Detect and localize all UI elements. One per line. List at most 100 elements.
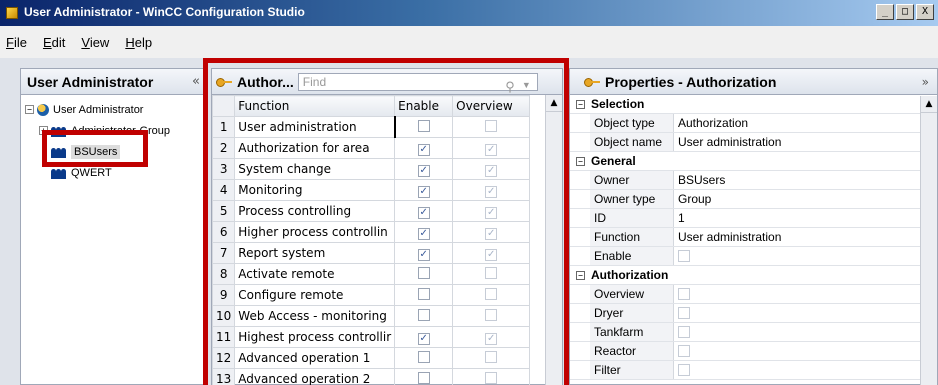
enable-checkbox[interactable]: [417, 266, 430, 279]
table-row[interactable]: 7 Report system ✓ ✓: [211, 242, 531, 264]
enable-cell[interactable]: ✓: [394, 221, 454, 243]
property-value[interactable]: [674, 247, 690, 265]
overview-cell[interactable]: [452, 263, 531, 285]
property-checkbox[interactable]: [678, 250, 690, 262]
overview-checkbox-checked[interactable]: ✓: [485, 332, 498, 345]
section-general[interactable]: − General: [570, 152, 920, 171]
table-row[interactable]: 5 Process controlling ✓ ✓: [211, 200, 531, 222]
chevron-down-icon[interactable]: ▼: [522, 80, 531, 90]
function-cell[interactable]: Higher process controllin: [234, 221, 396, 243]
find-input[interactable]: Find ⚲ ▼: [297, 72, 538, 94]
section-selection[interactable]: − Selection: [570, 95, 920, 114]
function-cell[interactable]: Web Access - monitoring: [234, 305, 396, 327]
overview-cell[interactable]: ✓: [452, 326, 531, 348]
overview-checkbox-checked[interactable]: ✓: [485, 248, 498, 261]
function-cell[interactable]: Process controlling: [234, 200, 396, 222]
function-cell[interactable]: Activate remote: [234, 263, 396, 285]
function-cell[interactable]: Highest process controllir: [234, 326, 396, 348]
enable-checkbox[interactable]: [417, 308, 430, 321]
property-value[interactable]: [674, 323, 690, 341]
enable-cell[interactable]: ✓: [394, 158, 454, 180]
property-checkbox[interactable]: [678, 326, 690, 338]
enable-checkbox-checked[interactable]: ✓: [417, 248, 430, 261]
enable-checkbox[interactable]: [417, 287, 430, 300]
enable-checkbox-checked[interactable]: ✓: [417, 185, 430, 198]
property-checkbox[interactable]: [678, 288, 690, 300]
enable-cell[interactable]: [394, 116, 454, 138]
column-header-function[interactable]: Function: [234, 95, 396, 117]
function-cell[interactable]: System change: [234, 158, 396, 180]
collapse-node-icon[interactable]: −: [25, 105, 34, 114]
function-cell[interactable]: Advanced operation 1: [234, 347, 396, 369]
enable-checkbox-checked[interactable]: ✓: [417, 143, 430, 156]
tree-item-administrator-group[interactable]: + Administrator-Group: [21, 120, 204, 141]
scroll-up-icon[interactable]: ▲: [921, 96, 937, 113]
enable-checkbox-checked[interactable]: ✓: [417, 332, 430, 345]
enable-cell[interactable]: [394, 347, 454, 369]
function-cell[interactable]: Report system: [234, 242, 396, 264]
expand-icon[interactable]: »: [922, 75, 937, 89]
property-value[interactable]: [674, 342, 690, 360]
menu-edit[interactable]: Edit: [43, 35, 65, 50]
overview-checkbox[interactable]: [485, 308, 498, 321]
table-row[interactable]: 4 Monitoring ✓ ✓: [211, 179, 531, 201]
column-header-enable[interactable]: Enable: [394, 95, 454, 117]
function-cell[interactable]: Advanced operation 2: [234, 368, 396, 385]
column-header-overview[interactable]: Overview: [452, 95, 531, 117]
expand-node-icon[interactable]: +: [39, 126, 48, 135]
property-value[interactable]: User administration: [674, 133, 781, 151]
overview-checkbox-checked[interactable]: ✓: [485, 185, 498, 198]
collapse-section-icon[interactable]: −: [576, 99, 585, 109]
properties-scrollbar[interactable]: ▲: [920, 96, 937, 385]
enable-checkbox-checked[interactable]: ✓: [417, 227, 430, 240]
authorization-scrollbar[interactable]: ▲: [545, 95, 562, 385]
property-row[interactable]: Object type Authorization: [570, 114, 920, 133]
search-icon[interactable]: ⚲: [505, 79, 515, 95]
table-row[interactable]: 12 Advanced operation 1: [211, 347, 531, 369]
overview-cell[interactable]: [452, 368, 531, 385]
property-value[interactable]: Authorization: [674, 114, 748, 132]
enable-checkbox-checked[interactable]: ✓: [417, 164, 430, 177]
property-checkbox[interactable]: [678, 364, 690, 376]
overview-checkbox[interactable]: [485, 371, 498, 384]
enable-cell[interactable]: [394, 305, 454, 327]
menu-help[interactable]: Help: [125, 35, 152, 50]
collapse-section-icon[interactable]: −: [576, 156, 585, 166]
property-row[interactable]: Enable: [570, 247, 920, 266]
table-row[interactable]: 10 Web Access - monitoring: [211, 305, 531, 327]
collapse-icon[interactable]: «: [192, 74, 204, 89]
enable-cell[interactable]: [394, 284, 454, 306]
minimize-button[interactable]: _: [876, 4, 894, 20]
function-cell[interactable]: Configure remote: [234, 284, 396, 306]
property-row[interactable]: Reactor: [570, 342, 920, 361]
close-button[interactable]: X: [916, 4, 934, 20]
overview-cell[interactable]: [452, 347, 531, 369]
collapse-section-icon[interactable]: −: [576, 270, 585, 280]
table-row[interactable]: 8 Activate remote: [211, 263, 531, 285]
overview-cell[interactable]: ✓: [452, 200, 531, 222]
overview-cell[interactable]: ✓: [452, 221, 531, 243]
property-row[interactable]: Owner BSUsers: [570, 171, 920, 190]
property-row[interactable]: Overview: [570, 285, 920, 304]
property-row[interactable]: ID 1: [570, 209, 920, 228]
overview-cell[interactable]: ✓: [452, 137, 531, 159]
overview-checkbox[interactable]: [485, 119, 498, 132]
enable-checkbox[interactable]: [417, 119, 430, 132]
overview-cell[interactable]: [452, 116, 531, 138]
enable-checkbox[interactable]: [417, 350, 430, 363]
enable-cell[interactable]: ✓: [394, 200, 454, 222]
enable-cell[interactable]: ✓: [394, 137, 454, 159]
overview-checkbox-checked[interactable]: ✓: [485, 206, 498, 219]
property-row[interactable]: Owner type Group: [570, 190, 920, 209]
enable-cell[interactable]: ✓: [394, 326, 454, 348]
tree-item-qwert[interactable]: QWERT: [21, 162, 204, 183]
property-row[interactable]: Dryer: [570, 304, 920, 323]
menu-view[interactable]: View: [81, 35, 109, 50]
function-cell[interactable]: Authorization for area: [234, 137, 396, 159]
property-value[interactable]: User administration: [674, 228, 781, 246]
function-cell[interactable]: Monitoring: [234, 179, 396, 201]
overview-cell[interactable]: ✓: [452, 158, 531, 180]
tree-item-bsusers[interactable]: BSUsers: [21, 141, 204, 162]
property-value[interactable]: BSUsers: [674, 171, 725, 189]
overview-cell[interactable]: ✓: [452, 242, 531, 264]
